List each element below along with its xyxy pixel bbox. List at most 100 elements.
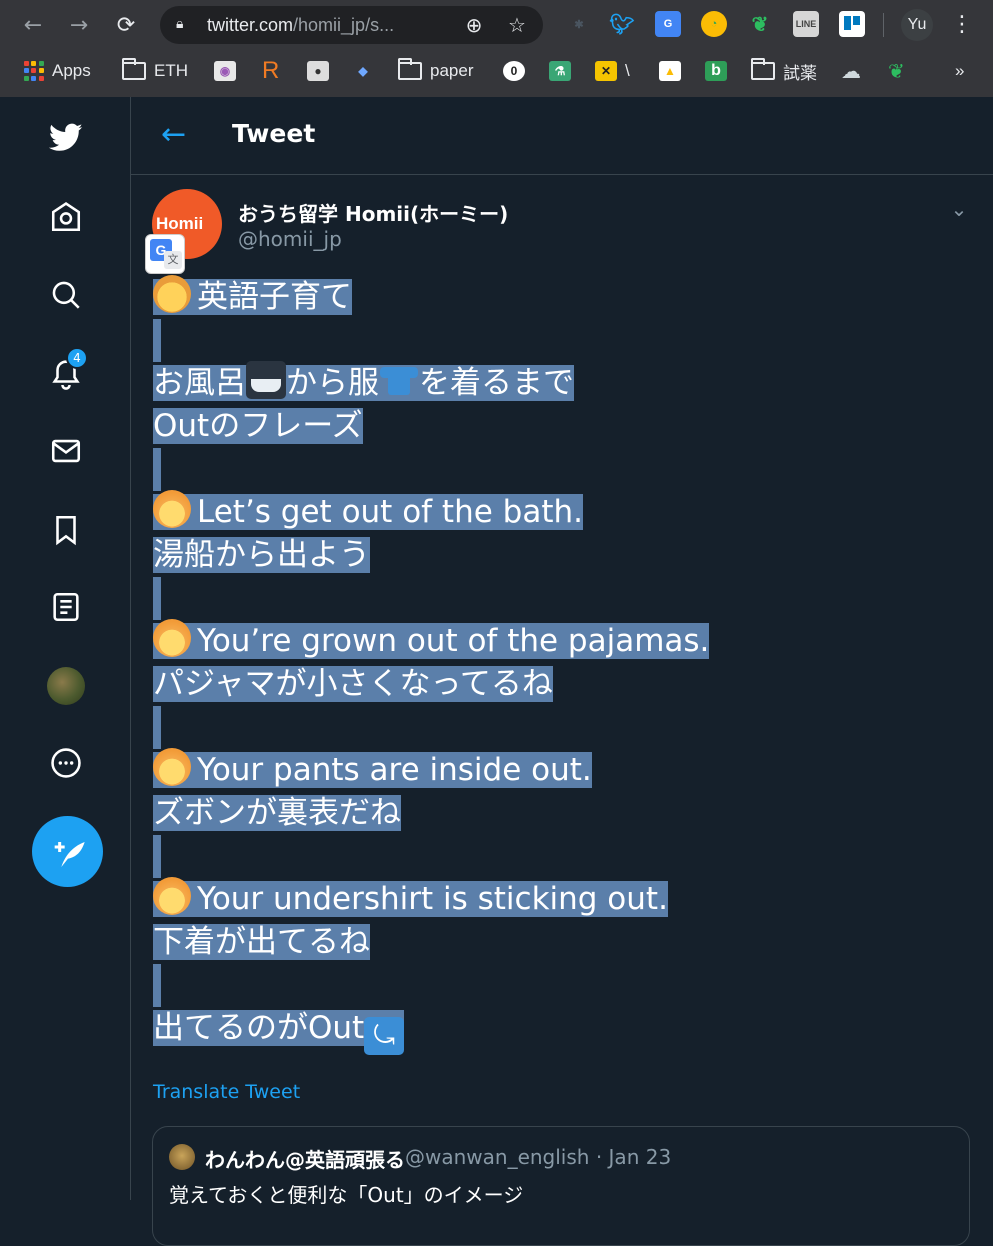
bookmark-sphere[interactable]: ● bbox=[307, 58, 329, 84]
bookmark-apps[interactable]: Apps bbox=[24, 58, 91, 84]
lists-icon[interactable] bbox=[46, 587, 86, 627]
back-arrow-icon[interactable]: ← bbox=[161, 120, 193, 152]
extension-icon[interactable]: ✱ bbox=[566, 11, 592, 37]
quoted-tweet[interactable]: わんわん@英語頑張る @wanwan_english · Jan 23 覚えてお… bbox=[152, 1126, 970, 1246]
main-column: ← Tweet Homii G文 おうち留学 Homii(ホーミー) @homi… bbox=[131, 97, 993, 1246]
apps-icon bbox=[24, 61, 44, 81]
folder-icon bbox=[122, 58, 146, 80]
selection-bar bbox=[153, 577, 161, 620]
feather-plus-icon bbox=[54, 841, 85, 867]
tweet-line: 湯船から出よう bbox=[153, 537, 370, 573]
page-header: ← Tweet bbox=[131, 97, 993, 175]
evernote-icon: ❦ bbox=[888, 60, 905, 83]
twitter-extension-icon[interactable]: 🐦︎ bbox=[609, 11, 635, 37]
selection-bar bbox=[153, 319, 161, 362]
circle-logo-icon: 0 bbox=[503, 61, 525, 81]
woman-emoji-icon bbox=[153, 490, 191, 528]
sphere-icon: ● bbox=[307, 61, 329, 81]
bathtub-emoji-icon bbox=[246, 361, 286, 399]
bookmarks-icon[interactable] bbox=[46, 510, 86, 550]
avatar-logo-text: Homii bbox=[156, 214, 204, 233]
menu-icon[interactable]: ⋮ bbox=[950, 10, 974, 40]
selection-bar bbox=[153, 835, 161, 878]
google-translate-icon[interactable]: G文 bbox=[145, 234, 185, 274]
lips-icon: ◉ bbox=[214, 61, 236, 81]
bookmark-paper[interactable]: paper bbox=[398, 58, 473, 84]
bookmark-tools[interactable]: ✕ \ bbox=[595, 58, 630, 84]
address-url[interactable]: twitter.com/homii_jp/s... bbox=[207, 15, 394, 36]
bookmark-b[interactable]: b bbox=[705, 58, 727, 84]
drive-icon: ▲ bbox=[659, 61, 681, 81]
lock-icon: 🔒︎ bbox=[176, 16, 184, 32]
author-name[interactable]: おうち留学 Homii(ホーミー) bbox=[238, 198, 508, 227]
tweet-line: Outのフレーズ bbox=[153, 408, 363, 444]
folder-icon bbox=[751, 58, 775, 80]
tweet-line: パジャマが小さくなってるね bbox=[153, 666, 553, 702]
chevron-down-icon[interactable]: ⌄ bbox=[947, 197, 971, 221]
notification-count-badge: 4 bbox=[66, 347, 88, 369]
evernote-extension-icon[interactable]: ❦ bbox=[747, 11, 773, 37]
author-handle[interactable]: @homii_jp bbox=[238, 227, 342, 251]
folder-icon bbox=[398, 58, 422, 80]
trello-extension-icon[interactable] bbox=[839, 11, 865, 37]
address-bar[interactable]: 🔒︎ twitter.com/homii_jp/s... ⊕ ☆ bbox=[160, 6, 543, 44]
bookmarks-overflow-button[interactable]: » bbox=[955, 58, 964, 84]
cloud-icon: ☁︎ bbox=[841, 60, 861, 83]
profile-avatar[interactable] bbox=[47, 667, 85, 705]
quoted-author-name: わんわん@英語頑張る bbox=[205, 1148, 405, 1172]
translate-tweet-link[interactable]: Translate Tweet bbox=[153, 1081, 300, 1103]
tools-icon: ✕ bbox=[595, 61, 617, 81]
color-extension-icon[interactable]: ◔ bbox=[701, 11, 727, 37]
google-translate-extension-icon[interactable]: G bbox=[655, 11, 681, 37]
browser-chrome: ← → ⟳ 🔒︎ twitter.com/homii_jp/s... ⊕ ☆ ✱… bbox=[0, 0, 993, 97]
bookmark-eth[interactable]: ETH bbox=[122, 58, 188, 84]
toolbar-divider bbox=[883, 13, 884, 37]
tweet-line: 出てるのがOut ⤿ bbox=[153, 1006, 405, 1055]
bookmark-circle[interactable]: 0 bbox=[503, 58, 525, 84]
bookmark-lips[interactable]: ◉ bbox=[214, 58, 236, 84]
quoted-author-avatar bbox=[169, 1144, 195, 1170]
add-icon[interactable]: ⊕ bbox=[460, 11, 488, 39]
home-icon[interactable] bbox=[46, 197, 86, 237]
bookmark-flask[interactable]: ⚗︎ bbox=[549, 58, 571, 84]
compose-tweet-button[interactable] bbox=[32, 816, 103, 887]
profile-avatar[interactable]: Yu bbox=[901, 9, 933, 41]
bookmarks-bar: Apps ETH ◉ R ● ◆ paper 0 ⚗︎ ✕ \ ▲ b 試薬 ☁… bbox=[0, 50, 993, 94]
reload-icon[interactable]: ⟳ bbox=[111, 10, 141, 40]
bookmark-drive[interactable]: ▲ bbox=[659, 58, 681, 84]
flask-icon: ⚗︎ bbox=[549, 61, 571, 81]
bookmark-r[interactable]: R bbox=[262, 57, 279, 84]
selection-bar bbox=[153, 448, 161, 491]
page-title: Tweet bbox=[232, 119, 316, 148]
more-options-icon[interactable] bbox=[46, 743, 86, 783]
tweet-line: 下着が出てるね bbox=[153, 924, 370, 960]
quoted-tweet-text: 覚えておくと便利な「Out」のイメージ bbox=[169, 1183, 524, 1207]
browser-toolbar: ← → ⟳ 🔒︎ twitter.com/homii_jp/s... ⊕ ☆ ✱… bbox=[0, 0, 993, 50]
tweet-line: You’re grown out of the pajamas. bbox=[153, 619, 710, 663]
bookmark-cloud[interactable]: ☁︎ bbox=[841, 58, 861, 84]
bookmark-evernote[interactable]: ❦ bbox=[888, 58, 905, 84]
quoted-author-meta: @wanwan_english · Jan 23 bbox=[405, 1145, 672, 1169]
messages-envelope-icon[interactable] bbox=[46, 431, 86, 471]
tweet-line: ズボンが裏表だね bbox=[153, 795, 401, 831]
woman-emoji-icon bbox=[153, 748, 191, 786]
tshirt-emoji-icon bbox=[379, 361, 419, 399]
back-icon[interactable]: ← bbox=[18, 10, 48, 40]
tweet-line: Let’s get out of the bath. bbox=[153, 490, 583, 534]
bookmark-graduation[interactable]: ◆ bbox=[352, 58, 374, 84]
forward-icon[interactable]: → bbox=[64, 10, 94, 40]
return-arrow-emoji-icon: ⤿ bbox=[364, 1017, 405, 1055]
star-icon[interactable]: ☆ bbox=[503, 11, 531, 39]
tweet-line: お風呂 から服 を着るまで bbox=[153, 361, 574, 405]
woman-emoji-icon bbox=[153, 877, 191, 915]
graduation-cap-icon: ◆ bbox=[358, 64, 368, 78]
selection-bar bbox=[153, 706, 161, 749]
line-extension-icon[interactable]: LINE bbox=[793, 11, 819, 37]
bookmark-trial[interactable]: 試薬 bbox=[751, 58, 817, 84]
selection-bar bbox=[153, 964, 161, 1007]
woman-emoji-icon bbox=[153, 619, 191, 657]
tweet-line: Your undershirt is sticking out. bbox=[153, 877, 668, 921]
twitter-logo-icon[interactable] bbox=[46, 117, 86, 157]
baby-emoji-icon bbox=[153, 275, 191, 313]
explore-search-icon[interactable] bbox=[46, 275, 86, 315]
